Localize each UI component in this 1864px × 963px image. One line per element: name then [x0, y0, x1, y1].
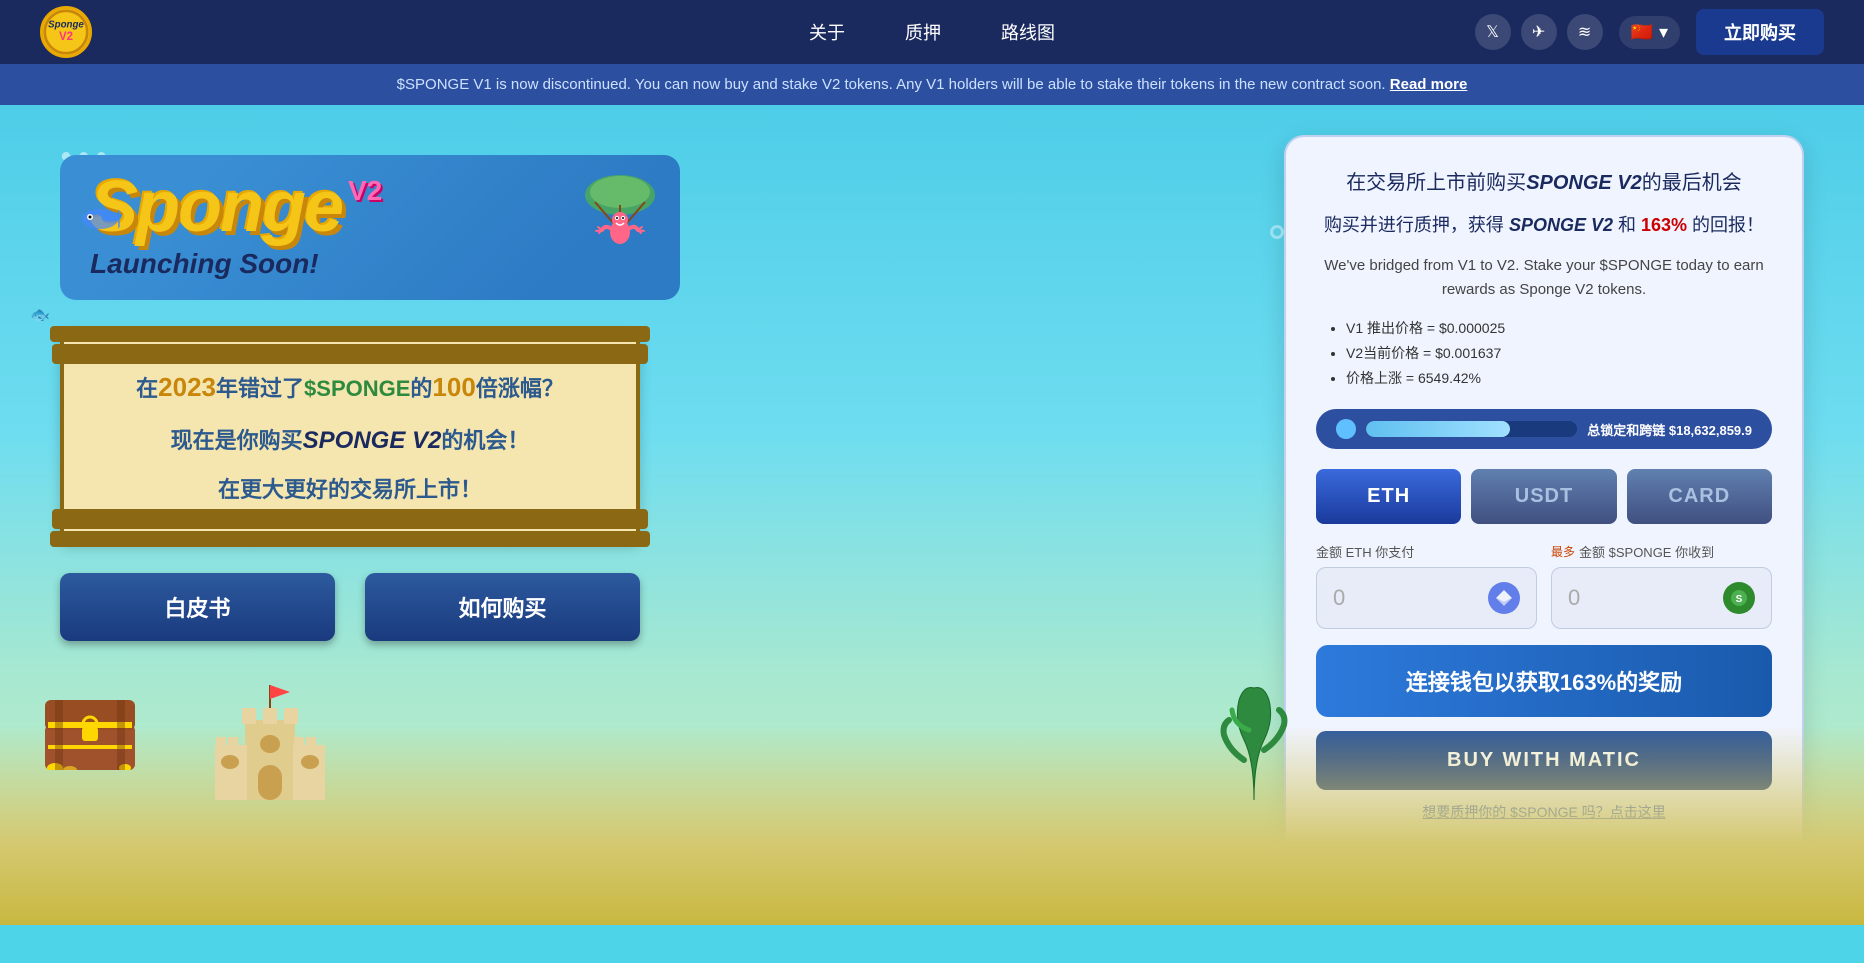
eth-input-label: 金额 ETH 你支付 — [1316, 542, 1537, 561]
announcement-banner: $SPONGE V1 is now discontinued. You can … — [0, 64, 1864, 105]
eth-icon — [1488, 582, 1520, 614]
progress-dot — [1336, 419, 1356, 439]
rod-top — [50, 326, 650, 342]
discord-icon[interactable]: ≋ — [1567, 14, 1603, 50]
fish-small: 🐟 — [30, 305, 50, 325]
banner-text: $SPONGE V1 is now discontinued. You can … — [397, 76, 1386, 93]
card-subtitle: 购买并进行质押，获得 SPONGE V2 和 163% 的回报！ — [1316, 211, 1772, 240]
card-title: 在交易所上市前购买SPONGE V2的最后机会 — [1316, 167, 1772, 199]
sponge-icon: S — [1723, 582, 1755, 614]
eth-input-group: 金额 ETH 你支付 0 — [1316, 542, 1537, 629]
twitter-icon[interactable]: 𝕏 — [1475, 14, 1511, 50]
header-right: 𝕏 ✈ ≋ 🇨🇳 ▾ 立即购买 — [1475, 9, 1824, 55]
cta-buttons: 白皮书 如何购买 — [60, 573, 640, 641]
svg-text:S: S — [1736, 594, 1743, 605]
sponge-amount-input[interactable]: 0 S — [1551, 567, 1772, 629]
social-icons: 𝕏 ✈ ≋ — [1475, 14, 1603, 50]
language-selector[interactable]: 🇨🇳 ▾ — [1619, 16, 1680, 49]
parachute-decoration — [570, 160, 670, 279]
main-content: ● ● ● 🐟 Sponge V2 Launching Soon! — [0, 105, 1864, 925]
site-logo[interactable]: Sponge V2 — [40, 6, 92, 58]
telegram-icon[interactable]: ✈ — [1521, 14, 1557, 50]
header: Sponge V2 关于 质押 路线图 𝕏 ✈ ≋ 🇨🇳 ▾ 立即购买 — [0, 0, 1864, 64]
how-to-buy-button[interactable]: 如何购买 — [365, 573, 640, 641]
nav-stake[interactable]: 质押 — [905, 19, 941, 45]
v2-badge: V2 — [348, 175, 382, 206]
main-nav: 关于 质押 路线图 — [809, 19, 1055, 45]
tab-eth[interactable]: ETH — [1316, 469, 1461, 524]
bubble-large — [1270, 225, 1284, 239]
sponge-logo-text: Sponge — [90, 175, 342, 240]
logo-area: Sponge V2 — [40, 6, 92, 58]
lang-arrow: ▾ — [1659, 22, 1668, 43]
tab-usdt[interactable]: USDT — [1471, 469, 1616, 524]
nav-about[interactable]: 关于 — [809, 19, 845, 45]
progress-track — [1366, 421, 1577, 437]
payment-tabs: ETH USDT CARD — [1316, 469, 1772, 524]
svg-text:V2: V2 — [59, 31, 73, 43]
logo-text-group: Sponge V2 Launching Soon! — [90, 175, 382, 280]
launching-soon-text: Launching Soon! — [90, 248, 382, 280]
parchment-content: 在2023年错过了$SPONGE的100倍涨幅？ 现在是你购买SPONGE V2… — [104, 364, 596, 510]
lang-flag: 🇨🇳 — [1631, 22, 1653, 43]
rod-bottom — [50, 531, 650, 547]
treasure-chest — [40, 690, 140, 775]
sponge-input-group: 最多 金额 $SPONGE 你收到 0 S — [1551, 542, 1772, 629]
amount-inputs: 金额 ETH 你支付 0 最多 金额 $SPONGE 你收到 — [1316, 542, 1772, 629]
svg-text:Sponge: Sponge — [48, 20, 84, 31]
parchment-line3: 在更大更好的交易所上市！ — [104, 470, 596, 510]
nav-roadmap[interactable]: 路线图 — [1001, 19, 1055, 45]
banner-read-more[interactable]: Read more — [1390, 76, 1468, 93]
progress-fill — [1366, 421, 1510, 437]
hero-logo-section: Sponge V2 Launching Soon! — [60, 155, 680, 300]
bullet-3: 价格上涨 = 6549.42% — [1346, 366, 1772, 391]
coral-decoration — [1214, 680, 1294, 805]
sandcastle — [200, 680, 340, 825]
parchment-line2: 现在是你购买SPONGE V2的机会！ — [104, 419, 596, 462]
bullet-2: V2当前价格 = $0.001637 — [1346, 341, 1772, 366]
progress-container: 总锁定和跨链 $18,632,859.9 — [1316, 409, 1772, 449]
bullet-list: V1 推出价格 = $0.000025 V2当前价格 = $0.001637 价… — [1316, 316, 1772, 392]
sponge-value: 0 — [1568, 585, 1580, 611]
whitepaper-button[interactable]: 白皮书 — [60, 573, 335, 641]
connect-wallet-button[interactable]: 连接钱包以获取163%的奖励 — [1316, 645, 1772, 717]
tab-card[interactable]: CARD — [1627, 469, 1772, 524]
logo-main-row: Sponge V2 — [90, 175, 382, 240]
parchment-box: 在2023年错过了$SPONGE的100倍涨幅？ 现在是你购买SPONGE V2… — [60, 330, 640, 544]
fish-decoration — [80, 205, 120, 238]
parchment-line1: 在2023年错过了$SPONGE的100倍涨幅？ — [104, 364, 596, 411]
eth-value: 0 — [1333, 585, 1345, 611]
progress-text: 总锁定和跨链 $18,632,859.9 — [1587, 420, 1752, 439]
v2-container: V2 — [348, 175, 382, 207]
eth-amount-input[interactable]: 0 — [1316, 567, 1537, 629]
bullet-1: V1 推出价格 = $0.000025 — [1346, 316, 1772, 341]
sponge-input-label: 最多 金额 $SPONGE 你收到 — [1551, 542, 1772, 561]
card-desc: We've bridged from V1 to V2. Stake your … — [1316, 254, 1772, 302]
header-buy-button[interactable]: 立即购买 — [1696, 9, 1824, 55]
